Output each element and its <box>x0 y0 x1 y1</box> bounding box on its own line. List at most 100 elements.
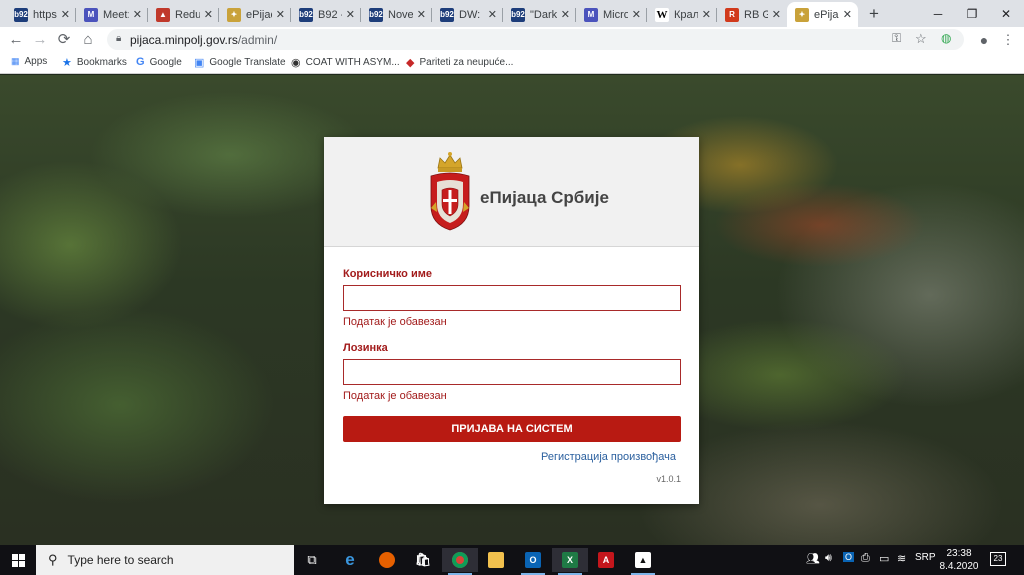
edge-button[interactable]: e <box>332 548 368 572</box>
store-button[interactable]: 🛍︎ <box>405 548 441 572</box>
rb-favicon-icon: R <box>725 7 739 22</box>
username-input[interactable] <box>343 285 681 311</box>
tab[interactable]: ✦ ePijac ✕ <box>219 2 291 27</box>
tab[interactable]: b92 Nove ✕ <box>361 2 432 27</box>
start-button[interactable] <box>0 545 36 575</box>
firefox-button[interactable] <box>369 548 405 572</box>
edge-icon: e <box>345 550 355 569</box>
tab-title: ePijac <box>814 8 839 21</box>
printer-icon[interactable]: ⎙ <box>861 552 870 565</box>
tab[interactable]: R RB Gl ✕ <box>717 2 787 27</box>
wifi-icon[interactable]: ≋ <box>897 552 906 565</box>
profile-avatar-icon[interactable]: ● <box>975 31 993 49</box>
close-tab-icon[interactable]: ✕ <box>632 8 641 21</box>
url-path: /admin/ <box>237 33 278 47</box>
url-host: pijaca.minpolj.gov.rs <box>130 33 238 47</box>
lock-icon[interactable]: 🔒︎ <box>116 33 121 44</box>
tab[interactable]: b92 "Dark ✕ <box>503 2 576 27</box>
back-button[interactable]: ← <box>7 31 25 49</box>
password-input[interactable] <box>343 359 681 385</box>
epijaca-favicon-icon: ✦ <box>795 7 809 22</box>
tab-active[interactable]: ✦ ePijac ✕ <box>787 2 858 27</box>
close-tab-icon[interactable]: ✕ <box>346 8 355 21</box>
bookmark-pariteti[interactable]: ◆ Pariteti za neupuće... <box>406 56 513 69</box>
search-icon: ⚲ <box>48 552 58 567</box>
system-clock[interactable]: 23:38 8.4.2020 <box>938 547 980 573</box>
tab-title: ePijac <box>246 8 272 21</box>
minimize-button[interactable]: ─ <box>921 0 955 27</box>
browser-toolbar: ← → ⟳ ⌂ 🔒︎ pijaca.minpolj.gov.rs/admin/ … <box>0 27 1024 52</box>
address-bar[interactable]: 🔒︎ pijaca.minpolj.gov.rs/admin/ ⚿ ☆ ◍ <box>107 29 964 50</box>
excel-button[interactable]: X <box>552 548 588 575</box>
close-tab-icon[interactable]: ✕ <box>133 8 142 21</box>
new-tab-button[interactable]: + <box>865 4 883 24</box>
file-explorer-button[interactable] <box>478 548 514 572</box>
people-icon[interactable]: 👥︎ <box>806 552 820 565</box>
tab-title: B92 - <box>318 8 342 21</box>
close-tab-icon[interactable]: ✕ <box>772 8 781 21</box>
site-brand-title: еПијаца Србије <box>480 188 609 207</box>
close-tab-icon[interactable]: ✕ <box>276 8 285 21</box>
close-tab-icon[interactable]: ✕ <box>204 8 213 21</box>
bookmark-label: Google <box>149 56 182 68</box>
bookmark-translate[interactable]: ▣ Google Translate <box>194 56 286 69</box>
chrome-button[interactable] <box>442 548 478 575</box>
store-bag-icon: 🛍︎ <box>414 552 432 567</box>
forward-button[interactable]: → <box>31 31 49 49</box>
volume-icon[interactable]: 🔊︎ <box>825 552 832 565</box>
tab-title: RB Gl <box>744 8 768 21</box>
tab-title: "Dark <box>530 8 557 21</box>
menu-kebab-icon[interactable]: ⋮ <box>999 31 1017 49</box>
clock-time: 23:38 <box>946 548 972 559</box>
url-text[interactable]: pijaca.minpolj.gov.rs/admin/ <box>130 33 277 47</box>
home-button[interactable]: ⌂ <box>79 31 97 49</box>
bookmark-bookmarks[interactable]: ★ Bookmarks <box>62 56 127 69</box>
taskbar-search-box[interactable]: ⚲ Type here to search <box>36 545 294 575</box>
bookmark-coat[interactable]: ◉ COAT WITH ASYM... <box>291 56 400 69</box>
teams-favicon-icon: M <box>84 7 98 22</box>
action-center-icon[interactable]: 23 <box>990 552 1006 566</box>
bookmark-label: Bookmarks <box>76 57 127 68</box>
tab[interactable]: M Micro ✕ <box>576 2 647 27</box>
reload-button[interactable]: ⟳ <box>55 31 73 49</box>
task-view-button[interactable]: ⧉ <box>294 548 330 572</box>
close-tab-icon[interactable]: ✕ <box>702 8 711 21</box>
version-label: v1.0.1 <box>656 474 681 484</box>
extension-icon[interactable]: ◍ <box>941 31 951 45</box>
outlook-tray-icon[interactable]: O <box>843 552 855 562</box>
tab[interactable]: W Краљ ✕ <box>647 2 717 27</box>
task-view-icon: ⧉ <box>307 552 317 567</box>
tab-title: Nove <box>388 8 413 21</box>
tab-title: Meet: <box>103 8 129 21</box>
tab[interactable]: M Meet: ✕ <box>76 2 148 27</box>
photos-button[interactable]: ▲ <box>625 548 661 575</box>
serbian-coat-of-arms-icon <box>430 152 470 231</box>
close-tab-icon[interactable]: ✕ <box>488 8 497 21</box>
register-producer-link[interactable]: Регистрација произвођача <box>541 451 676 463</box>
username-label: Корисничко име <box>343 268 432 280</box>
close-tab-icon[interactable]: ✕ <box>417 8 426 21</box>
bookmark-apps[interactable]: ▦ Apps <box>11 56 47 67</box>
page-background: еПијаца Србије Корисничко име Податак је… <box>0 75 1024 545</box>
restore-button[interactable]: ❐ <box>955 0 989 27</box>
input-language[interactable]: SRP <box>915 552 936 563</box>
tab-title: https: <box>33 8 57 21</box>
star-icon[interactable]: ☆ <box>915 31 927 47</box>
close-tab-icon[interactable]: ✕ <box>561 8 570 21</box>
teams-favicon-icon: M <box>584 7 598 22</box>
tab[interactable]: b92 B92 - ✕ <box>291 2 361 27</box>
tab[interactable]: b92 https: ✕ <box>6 2 76 27</box>
login-submit-button[interactable]: ПРИЈАВА НА СИСТЕМ <box>343 416 681 442</box>
close-tab-icon[interactable]: ✕ <box>843 8 852 21</box>
key-icon[interactable]: ⚿ <box>892 31 901 46</box>
battery-icon[interactable]: ▭ <box>879 552 889 565</box>
epijaca-favicon-icon: ✦ <box>227 7 241 22</box>
close-window-button[interactable]: ✕ <box>989 0 1023 27</box>
acrobat-button[interactable]: A <box>588 548 624 572</box>
bookmark-google[interactable]: G Google <box>136 56 182 68</box>
firefox-icon <box>379 552 395 568</box>
outlook-button[interactable]: O <box>515 548 551 575</box>
tab[interactable]: b92 DW: I ✕ <box>432 2 503 27</box>
close-tab-icon[interactable]: ✕ <box>61 8 70 21</box>
tab[interactable]: ▲ Redu ✕ <box>148 2 219 27</box>
